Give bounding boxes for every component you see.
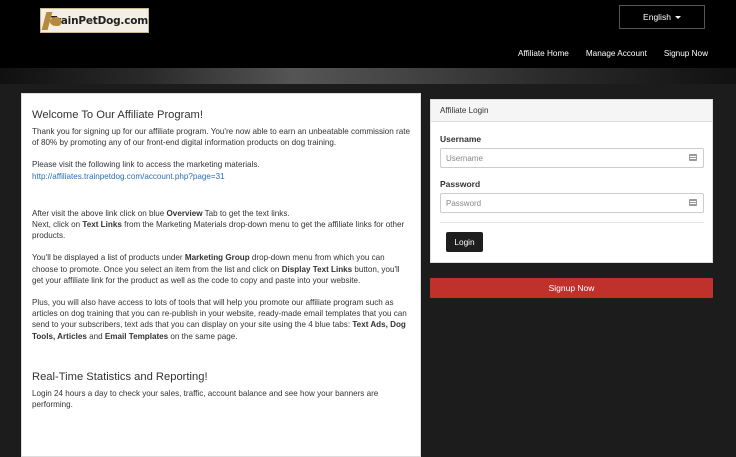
- welcome-title: Welcome To Our Affiliate Program!: [32, 109, 203, 121]
- password-field[interactable]: [440, 193, 704, 213]
- affiliate-login-panel: Affiliate Login Username Password Login: [430, 99, 713, 263]
- logo-text: TrainPetDog.com: [50, 14, 148, 27]
- top-nav: Affiliate Home Manage Account Signup Now: [518, 49, 708, 58]
- affiliate-info-panel: Welcome To Our Affiliate Program! Thank …: [21, 93, 421, 457]
- password-manager-icon[interactable]: [689, 154, 697, 161]
- header-banner-strip: [0, 68, 736, 84]
- language-dropdown[interactable]: English: [619, 5, 705, 29]
- marketing-link-paragraph: Please visit the following link to acces…: [32, 159, 410, 181]
- signup-now-button[interactable]: Signup Now: [430, 278, 713, 298]
- tools-paragraph: Plus, you will also have access to lots …: [32, 298, 407, 341]
- marketing-group-instructions: You'll be displayed a list of products u…: [32, 253, 400, 285]
- login-button[interactable]: Login: [446, 232, 483, 252]
- site-logo[interactable]: TrainPetDog.com: [40, 8, 149, 33]
- username-label: Username: [440, 134, 482, 144]
- nav-manage-account[interactable]: Manage Account: [586, 49, 647, 58]
- password-input[interactable]: [441, 194, 681, 212]
- stats-title: Real-Time Statistics and Reporting!: [32, 370, 208, 383]
- marketing-materials-link[interactable]: http://affiliates.trainpetdog.com/accoun…: [32, 172, 225, 181]
- marketing-link-text: Please visit the following link to acces…: [32, 160, 260, 170]
- language-label: English: [643, 12, 671, 22]
- login-heading: Affiliate Login: [431, 100, 712, 122]
- login-divider: [440, 222, 704, 223]
- dog-logo-icon: [43, 9, 61, 32]
- password-manager-icon[interactable]: [689, 199, 697, 206]
- nav-affiliate-home[interactable]: Affiliate Home: [518, 49, 569, 58]
- username-field[interactable]: [440, 148, 704, 168]
- password-label: Password: [440, 179, 481, 189]
- caret-down-icon: [674, 15, 681, 19]
- stats-paragraph: Login 24 hours a day to check your sales…: [32, 388, 379, 410]
- nav-signup-now[interactable]: Signup Now: [664, 49, 708, 58]
- intro-paragraph: Thank you for signing up for our affilia…: [32, 127, 410, 148]
- overview-instructions: After visit the above link click on blue…: [32, 208, 405, 241]
- username-input[interactable]: [441, 149, 681, 167]
